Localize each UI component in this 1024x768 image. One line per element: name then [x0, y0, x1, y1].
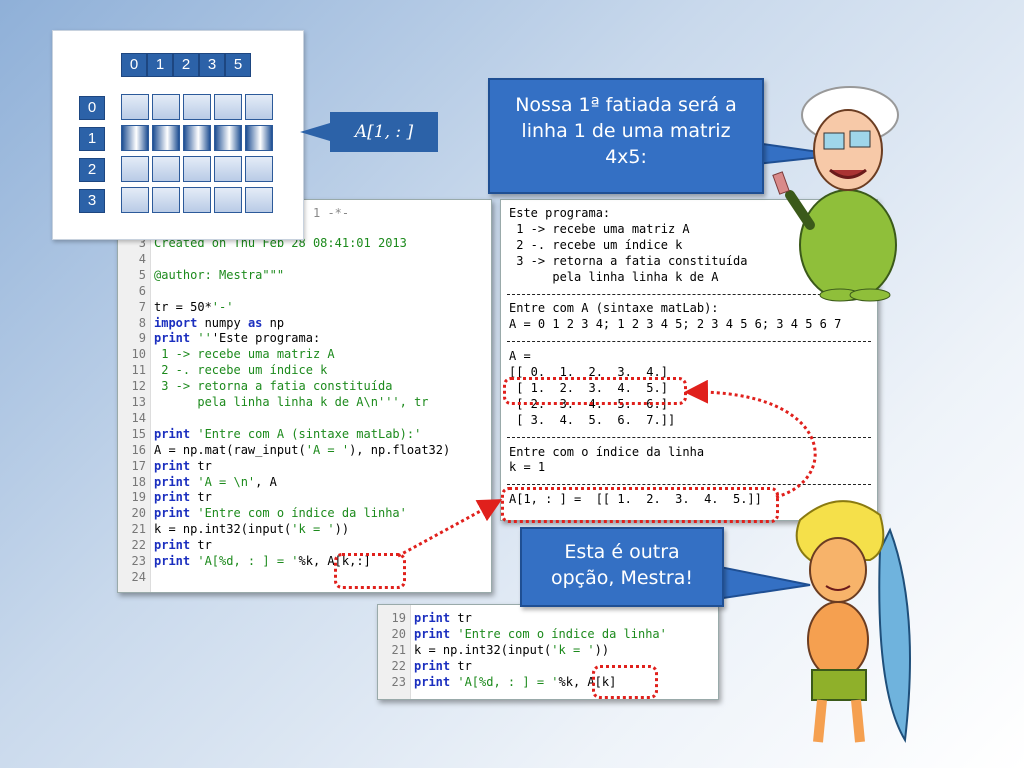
student-illustration	[795, 500, 911, 744]
arrow-result-to-row	[684, 379, 817, 499]
teacher-illustration	[772, 86, 899, 302]
arrow-code-to-output	[397, 499, 503, 558]
